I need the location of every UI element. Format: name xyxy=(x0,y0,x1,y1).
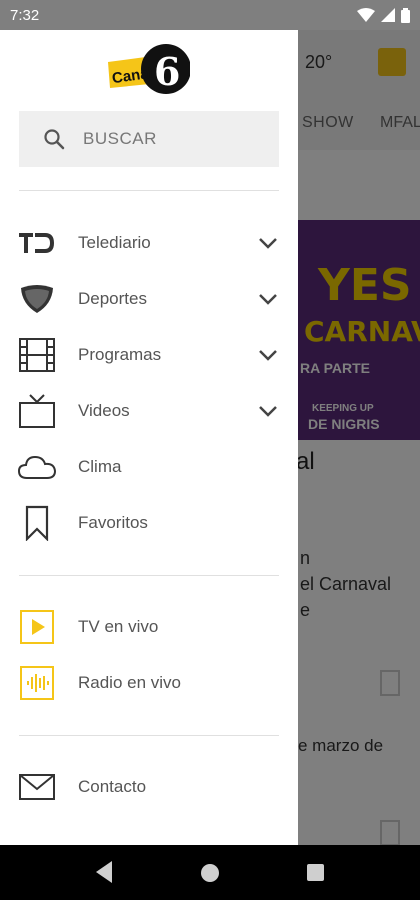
back-icon[interactable] xyxy=(96,861,112,883)
menu-item-label: Programas xyxy=(78,345,162,364)
divider xyxy=(19,735,279,736)
menu-item-radio-en-vivo[interactable]: Radio en vivo xyxy=(0,655,298,711)
chevron-down-icon[interactable] xyxy=(256,287,280,311)
wifi-icon xyxy=(357,8,375,22)
mail-icon xyxy=(18,768,56,806)
menu-item-label: TV en vivo xyxy=(78,617,159,636)
menu-item-label: Contacto xyxy=(78,777,147,796)
cloud-icon xyxy=(18,448,56,486)
search-label: BUSCAR xyxy=(83,129,157,148)
bookmark-icon xyxy=(18,504,56,542)
search-icon xyxy=(44,129,65,150)
status-time: 7:32 xyxy=(10,6,40,24)
svg-text:6: 6 xyxy=(154,49,180,94)
menu-item-videos[interactable]: Videos xyxy=(0,383,298,439)
audio-wave-icon xyxy=(18,664,56,702)
chevron-down-icon[interactable] xyxy=(256,231,280,255)
menu-item-label: Deportes xyxy=(78,289,147,308)
signal-icon xyxy=(381,8,395,22)
canal6-logo[interactable]: Canal 6 xyxy=(108,42,191,96)
menu-item-deportes[interactable]: Deportes xyxy=(0,271,298,327)
menu-item-telediario[interactable]: Telediario xyxy=(0,215,298,271)
tv-icon xyxy=(18,392,56,430)
menu-item-programas[interactable]: Programas xyxy=(0,327,298,383)
divider xyxy=(19,575,279,576)
film-icon xyxy=(18,336,56,374)
chevron-down-icon[interactable] xyxy=(256,399,280,423)
chevron-down-icon[interactable] xyxy=(256,343,280,367)
menu-item-label: Favoritos xyxy=(78,513,148,532)
menu-item-label: Radio en vivo xyxy=(78,673,182,692)
menu-item-label: Telediario xyxy=(78,233,151,252)
menu-item-clima[interactable]: Clima xyxy=(0,439,298,495)
menu-item-contacto[interactable]: Contacto xyxy=(0,759,298,815)
menu-item-label: Videos xyxy=(78,401,130,420)
search-bar[interactable]: BUSCAR xyxy=(19,111,279,167)
menu-item-tv-en-vivo[interactable]: TV en vivo xyxy=(0,599,298,655)
telediario-logo-icon xyxy=(18,224,56,262)
status-icons xyxy=(357,7,410,23)
navigation-drawer: Canal 6 BUSCAR Telediario Deportes Progr… xyxy=(0,30,298,845)
status-bar: 7:32 xyxy=(0,0,420,30)
shield-icon xyxy=(18,280,56,318)
divider xyxy=(19,190,279,191)
menu-item-label: Clima xyxy=(78,457,122,476)
recent-apps-icon[interactable] xyxy=(307,864,324,881)
home-icon[interactable] xyxy=(201,864,219,882)
menu-item-favoritos[interactable]: Favoritos xyxy=(0,495,298,551)
system-nav-bar xyxy=(0,845,420,900)
play-icon xyxy=(18,608,56,646)
battery-icon xyxy=(401,7,410,23)
